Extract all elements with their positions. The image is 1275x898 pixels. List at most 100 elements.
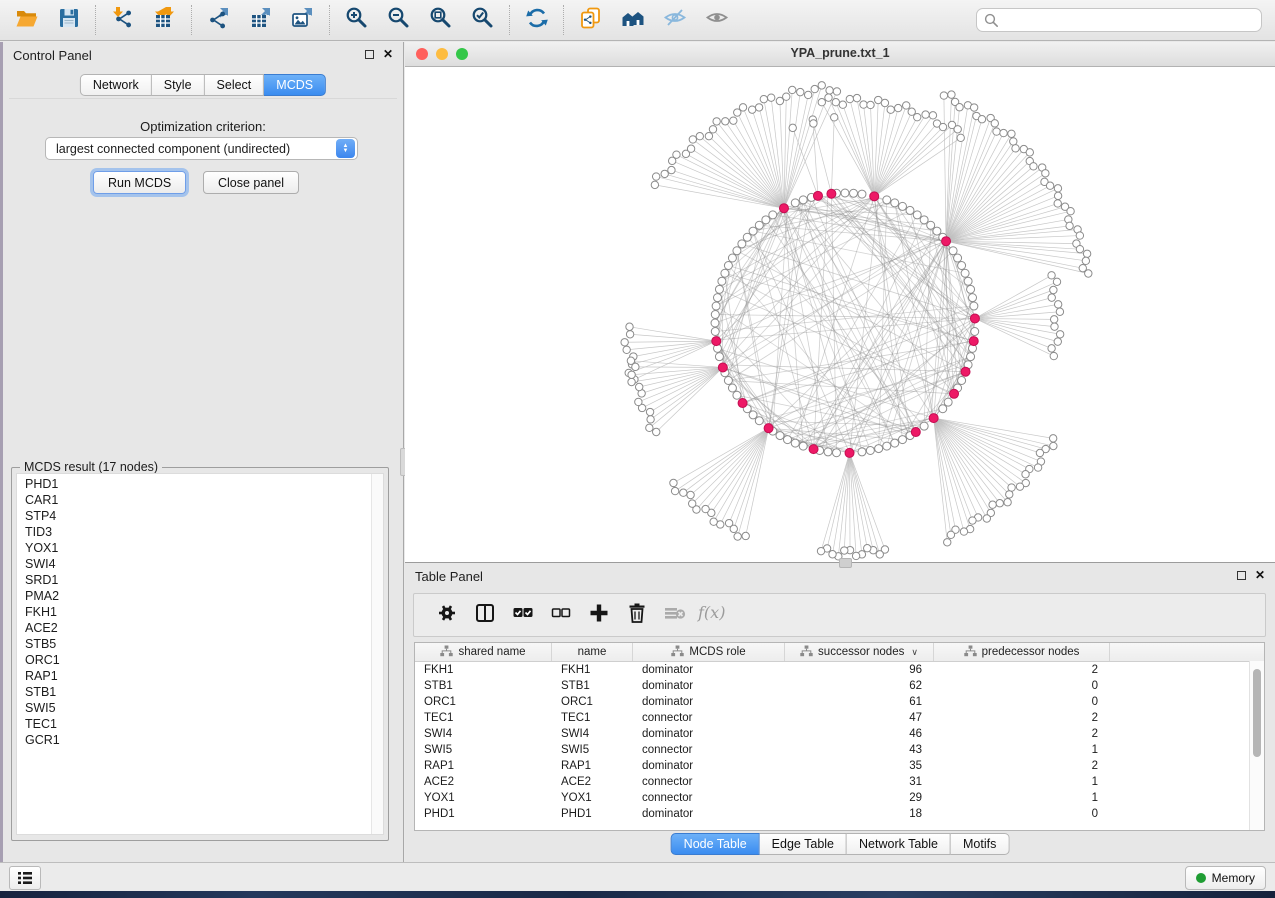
mcds-result-group: MCDS result (17 nodes) PHD1CAR1STP4TID3Y… xyxy=(11,467,389,841)
zoom-fit-button[interactable] xyxy=(420,3,462,37)
table-options-button[interactable] xyxy=(428,598,466,632)
column-header-predecessor-nodes[interactable]: predecessor nodes xyxy=(934,643,1110,661)
table-row[interactable]: ACE2ACE2connector311 xyxy=(415,774,1264,790)
network-graph xyxy=(405,66,1275,562)
column-header-successor-nodes[interactable]: successor nodes∨ xyxy=(785,643,934,661)
table-cell: 46 xyxy=(785,728,934,740)
import-network-button[interactable] xyxy=(102,3,144,37)
import-table-button[interactable] xyxy=(144,3,186,37)
table-row[interactable]: SWI4SWI4dominator462 xyxy=(415,726,1264,742)
table-row[interactable]: STB1STB1dominator620 xyxy=(415,678,1264,694)
column-header-shared-name[interactable]: shared name xyxy=(415,643,552,661)
table-cell: ACE2 xyxy=(552,776,633,788)
tab-node-table[interactable]: Node Table xyxy=(671,833,760,855)
zoom-out-button[interactable] xyxy=(378,3,420,37)
delete-column-icon xyxy=(663,601,687,630)
criterion-dropdown[interactable]: largest connected component (undirected)… xyxy=(45,137,358,160)
column-header-MCDS-role[interactable]: MCDS role xyxy=(633,643,785,661)
tab-style[interactable]: Style xyxy=(152,74,205,96)
memory-button[interactable]: Memory xyxy=(1185,866,1266,890)
open-session-button[interactable] xyxy=(6,3,48,37)
optimization-criterion-label: Optimization criterion: xyxy=(9,119,397,134)
tab-motifs[interactable]: Motifs xyxy=(951,833,1009,855)
column-display-button[interactable] xyxy=(466,598,504,632)
table-row[interactable]: PHD1PHD1dominator180 xyxy=(415,806,1264,822)
zoom-fit-icon xyxy=(429,6,453,35)
table-row[interactable]: SWI5SWI5connector431 xyxy=(415,742,1264,758)
column-header-name[interactable]: name xyxy=(552,643,633,661)
task-history-button[interactable] xyxy=(9,866,41,890)
mcds-result-item[interactable]: YOX1 xyxy=(25,540,383,556)
table-scrollbar-thumb[interactable] xyxy=(1253,669,1261,757)
tab-mcds[interactable]: MCDS xyxy=(264,74,326,96)
mcds-result-item[interactable]: STB1 xyxy=(25,684,383,700)
refresh-layout-button[interactable] xyxy=(516,3,558,37)
table-cell: SWI4 xyxy=(415,728,552,740)
table-row[interactable]: TEC1TEC1connector472 xyxy=(415,710,1264,726)
mcds-result-list: PHD1CAR1STP4TID3YOX1SWI4SRD1PMA2FKH1ACE2… xyxy=(16,473,384,835)
save-session-button[interactable] xyxy=(48,3,90,37)
table-row[interactable]: ORC1ORC1dominator610 xyxy=(415,694,1264,710)
table-row[interactable]: RAP1RAP1dominator352 xyxy=(415,758,1264,774)
mcds-result-item[interactable]: SWI4 xyxy=(25,556,383,572)
delete-button[interactable] xyxy=(618,598,656,632)
select-all-button[interactable] xyxy=(504,598,542,632)
close-panel-icon[interactable]: ✕ xyxy=(1255,569,1265,581)
horizontal-splitter-handle[interactable] xyxy=(839,558,852,568)
export-image-button[interactable] xyxy=(282,3,324,37)
mcds-result-item[interactable]: TID3 xyxy=(25,524,383,540)
add-button[interactable] xyxy=(580,598,618,632)
mcds-result-item[interactable]: FKH1 xyxy=(25,604,383,620)
table-cell: 18 xyxy=(785,808,934,820)
mcds-result-item[interactable]: RAP1 xyxy=(25,668,383,684)
status-bar: Memory xyxy=(0,862,1275,891)
control-panel: Control Panel ✕ NetworkStyleSelectMCDS O… xyxy=(3,42,404,862)
table-cell: 62 xyxy=(785,680,934,692)
mcds-result-title: MCDS result (17 nodes) xyxy=(20,460,162,474)
zoom-selected-button[interactable] xyxy=(462,3,504,37)
tab-network-table[interactable]: Network Table xyxy=(847,833,951,855)
mcds-list-scrollbar[interactable] xyxy=(371,474,383,834)
mcds-result-item[interactable]: PHD1 xyxy=(25,476,383,492)
float-panel-icon[interactable] xyxy=(365,50,374,59)
mcds-result-item[interactable]: TEC1 xyxy=(25,716,383,732)
duplicate-network-button[interactable] xyxy=(570,3,612,37)
first-neighbors-button[interactable] xyxy=(612,3,654,37)
deselect-all-icon xyxy=(549,601,573,630)
table-cell: TEC1 xyxy=(552,712,633,724)
close-panel-icon[interactable]: ✕ xyxy=(383,48,393,60)
mcds-result-item[interactable]: SRD1 xyxy=(25,572,383,588)
float-panel-icon[interactable] xyxy=(1237,571,1246,580)
table-cell: SWI5 xyxy=(552,744,633,756)
mcds-result-item[interactable]: GCR1 xyxy=(25,732,383,748)
tab-select[interactable]: Select xyxy=(205,74,265,96)
toolbar-separator xyxy=(509,5,511,35)
tab-edge-table[interactable]: Edge Table xyxy=(760,833,847,855)
close-panel-button[interactable]: Close panel xyxy=(203,171,299,194)
mcds-result-item[interactable]: STP4 xyxy=(25,508,383,524)
table-row[interactable]: YOX1YOX1connector291 xyxy=(415,790,1264,806)
export-table-button[interactable] xyxy=(240,3,282,37)
mcds-result-item[interactable]: STB5 xyxy=(25,636,383,652)
network-window-titlebar: YPA_prune.txt_1 xyxy=(405,42,1275,67)
sort-descending-icon: ∨ xyxy=(911,647,918,658)
table-cell: dominator xyxy=(633,680,785,692)
deselect-all-button[interactable] xyxy=(542,598,580,632)
desktop-wallpaper xyxy=(0,891,1275,898)
mcds-result-item[interactable]: ACE2 xyxy=(25,620,383,636)
network-canvas[interactable] xyxy=(405,66,1275,562)
show-all-button[interactable] xyxy=(696,3,738,37)
mcds-result-item[interactable]: SWI5 xyxy=(25,700,383,716)
mcds-result-item[interactable]: ORC1 xyxy=(25,652,383,668)
node-table-body: FKH1FKH1dominator962STB1STB1dominator620… xyxy=(415,662,1264,822)
hide-selected-button[interactable] xyxy=(654,3,696,37)
search-box xyxy=(976,8,1262,32)
mcds-result-item[interactable]: CAR1 xyxy=(25,492,383,508)
mcds-result-item[interactable]: PMA2 xyxy=(25,588,383,604)
export-network-button[interactable] xyxy=(198,3,240,37)
zoom-in-button[interactable] xyxy=(336,3,378,37)
run-mcds-button[interactable]: Run MCDS xyxy=(93,171,186,194)
search-input[interactable] xyxy=(1003,10,1261,30)
tab-network[interactable]: Network xyxy=(80,74,152,96)
table-row[interactable]: FKH1FKH1dominator962 xyxy=(415,662,1264,678)
